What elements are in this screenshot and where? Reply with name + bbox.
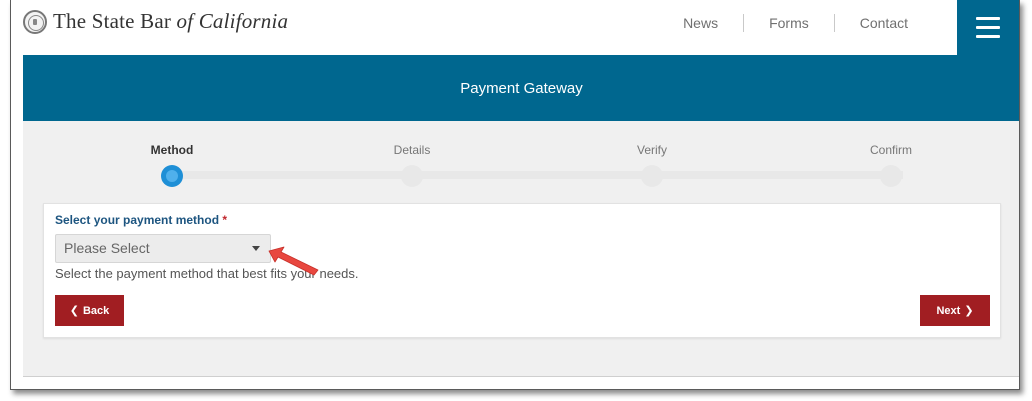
logo-italic: of California: [176, 9, 289, 33]
chevron-right-icon: ❯: [964, 305, 974, 317]
progress-track: [173, 171, 903, 179]
menu-bar: [976, 26, 1000, 29]
payment-method-card: Select your payment method * Please Sele…: [43, 203, 1001, 338]
logo-prefix: The State Bar: [53, 9, 172, 33]
back-button-label: Back: [82, 304, 110, 317]
step-details-dot: [401, 165, 423, 187]
menu-bar: [976, 17, 1000, 20]
select-value: Please Select: [64, 240, 150, 256]
step-details-label: Details: [393, 143, 431, 157]
nav-contact[interactable]: Contact: [835, 15, 933, 31]
payment-method-help: Select the payment method that best fits…: [55, 266, 359, 281]
next-button-label: Next: [936, 304, 961, 317]
nav-forms[interactable]: Forms: [744, 15, 834, 31]
payment-content: Method Details Verify Confirm Select you…: [23, 121, 1019, 377]
site-header: The State Bar of California News Forms C…: [11, 0, 1019, 55]
step-method-label: Method: [150, 143, 194, 157]
dropdown-caret-icon: [252, 246, 260, 251]
payment-method-select[interactable]: Please Select: [55, 234, 271, 263]
state-bar-seal-icon: [23, 9, 47, 34]
site-logo[interactable]: The State Bar of California: [23, 9, 288, 34]
step-confirm-dot: [880, 165, 902, 187]
payment-method-label: Select your payment method *: [55, 213, 227, 227]
step-confirm-label: Confirm: [869, 143, 912, 157]
browser-frame: The State Bar of California News Forms C…: [10, 0, 1020, 390]
nav-news[interactable]: News: [658, 15, 743, 31]
logo-text: The State Bar of California: [53, 9, 288, 34]
payment-method-label-text: Select your payment method: [55, 213, 220, 227]
page-title: Payment Gateway: [460, 79, 583, 97]
progress-steps: Method Details Verify Confirm: [23, 121, 1019, 201]
step-verify-dot: [641, 165, 663, 187]
next-button[interactable]: Next ❯: [920, 295, 990, 326]
back-button[interactable]: ❮ Back: [55, 295, 124, 326]
top-nav: News Forms Contact: [658, 14, 933, 32]
page-banner: Payment Gateway: [23, 55, 1019, 121]
step-verify-label: Verify: [636, 143, 667, 157]
required-mark: *: [222, 213, 228, 227]
chevron-left-icon: ❮: [69, 305, 79, 317]
step-method-dot: [161, 165, 183, 187]
hamburger-menu-icon[interactable]: [957, 0, 1019, 55]
menu-bar: [976, 35, 1000, 38]
